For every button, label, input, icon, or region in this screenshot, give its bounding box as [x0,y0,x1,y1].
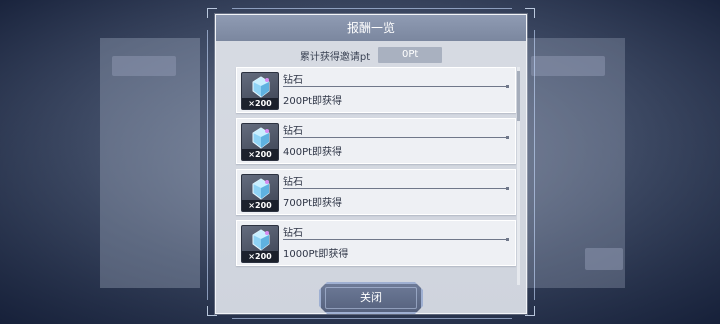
item-quantity: ×200 [242,149,278,160]
frame-left-line [207,30,208,300]
close-button[interactable]: 关闭 [319,282,423,314]
item-quantity: ×200 [242,200,278,211]
item-quantity: ×200 [242,98,278,109]
background-panel-right [525,38,625,288]
item-quantity: ×200 [242,251,278,262]
background-panel-left [100,38,200,288]
diamond-icon: ×200 [241,123,279,161]
item-divider [283,85,509,88]
points-label: 累计获得邀请pt [299,51,371,63]
gem-graphic [252,178,270,200]
item-condition: 400Pt即获得 [283,147,343,158]
item-name: 钻石 [283,75,303,86]
item-condition: 1000Pt即获得 [283,249,349,260]
points-summary: 累计获得邀请pt 0Pt [216,45,526,65]
diamond-icon: ×200 [241,225,279,263]
item-name: 钻石 [283,177,303,188]
item-condition: 700Pt即获得 [283,198,343,209]
points-value: 0Pt [378,47,443,63]
reward-item: ×200 钻石 700Pt即获得 [236,169,516,215]
item-name: 钻石 [283,126,303,137]
gem-graphic [252,76,270,98]
rewards-dialog: 报酬一览 累计获得邀请pt 0Pt ×200 钻石 200Pt即获得 ×200 … [215,14,527,314]
background-box [531,56,605,76]
gem-graphic [252,229,270,251]
frame-right-line [534,30,535,300]
item-condition: 200Pt即获得 [283,96,343,107]
diamond-icon: ×200 [241,174,279,212]
background-box [585,248,623,270]
scrollbar-thumb[interactable] [517,71,520,121]
frame-top-line [232,8,512,9]
item-divider [283,136,509,139]
frame-bottom-line [232,318,512,319]
background-box [112,56,176,76]
reward-item: ×200 钻石 1000Pt即获得 [236,220,516,266]
dialog-title: 报酬一览 [216,15,526,41]
gem-graphic [252,127,270,149]
reward-item: ×200 钻石 400Pt即获得 [236,118,516,164]
reward-item: ×200 钻石 200Pt即获得 [236,67,516,113]
item-name: 钻石 [283,228,303,239]
diamond-icon: ×200 [241,72,279,110]
item-divider [283,238,509,241]
reward-list[interactable]: ×200 钻石 200Pt即获得 ×200 钻石 400Pt即获得 ×200 钻… [234,67,524,285]
item-divider [283,187,509,190]
